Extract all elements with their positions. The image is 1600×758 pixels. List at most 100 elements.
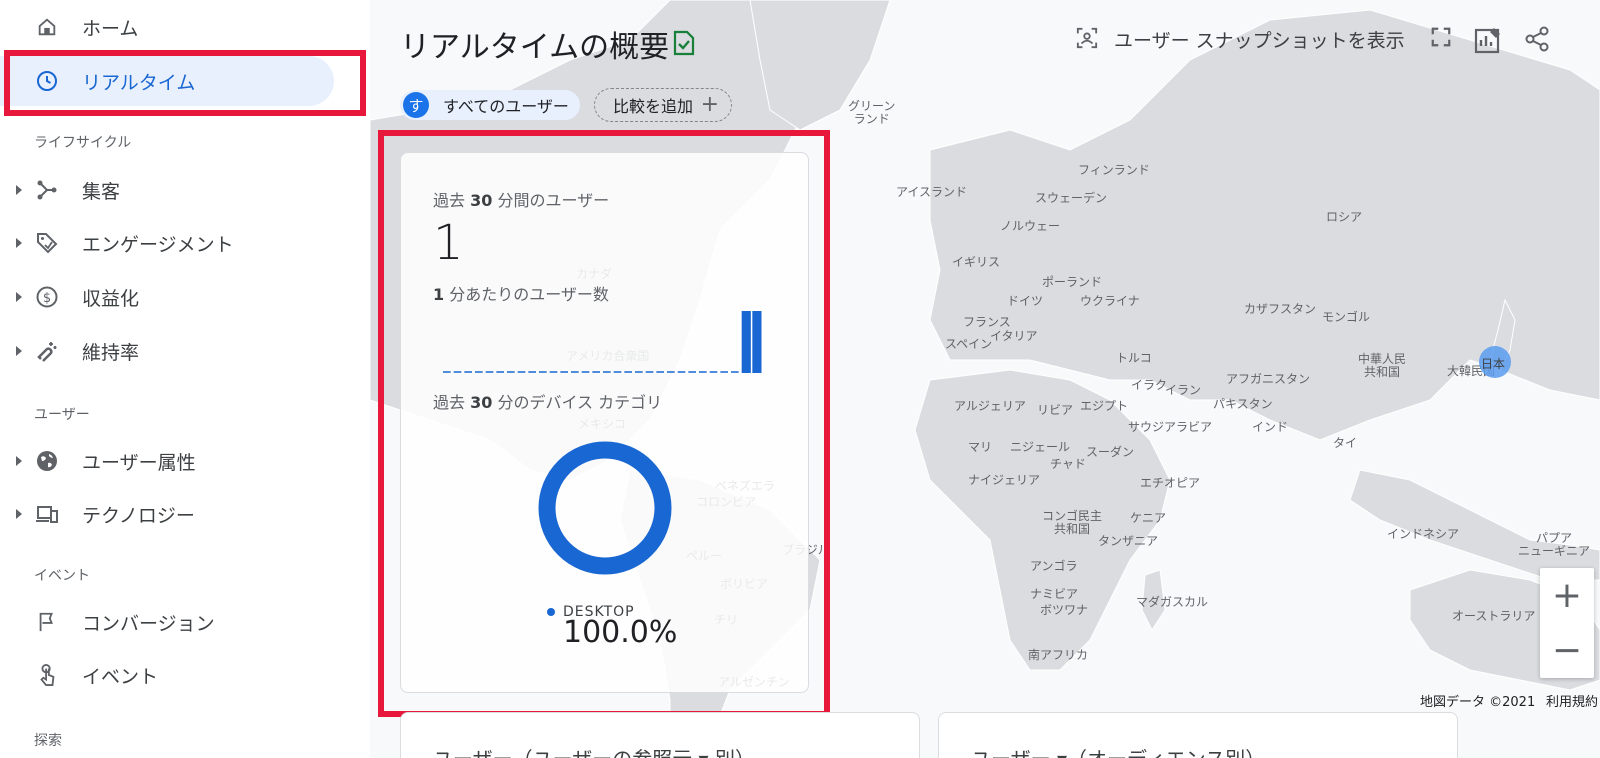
sidebar-item-demographics[interactable]: ユーザー属性 (0, 436, 334, 486)
all-users-chip[interactable]: す すべてのユーザー (400, 90, 580, 120)
map-country-label: アルジェリア (954, 399, 1026, 413)
sidebar-item-home[interactable]: ホーム (0, 2, 334, 52)
map-country-label: コンゴ民主 共和国 (1042, 509, 1103, 536)
dollar-icon: $ (34, 284, 60, 310)
map-country-label: グリーン ランド (848, 99, 896, 126)
user-snapshot-button[interactable]: ユーザー スナップショットを表示 (1076, 26, 1405, 53)
map-terms-link[interactable]: 利用規約 (1546, 691, 1598, 710)
heading-suffix: 分あたりのユーザー数 (449, 285, 609, 304)
active-user-count: 1 (433, 215, 464, 271)
map-country-label: アフガニスタン (1226, 372, 1311, 386)
heading-prefix: 過去 (433, 393, 466, 412)
heading-suffix: 分間のユーザー (497, 191, 610, 210)
sidebar-item-technology[interactable]: テクノロジー (0, 489, 334, 539)
card-title[interactable]: ユーザー ▾（オーディエンス別） (971, 743, 1265, 758)
map-country-label: マダガスカル (1136, 595, 1209, 609)
fullscreen-icon[interactable] (1430, 26, 1452, 48)
map-country-label: ナイジェリア (968, 473, 1041, 487)
sidebar-item-label: リアルタイム (82, 71, 196, 94)
map-country-label: チャド (1050, 457, 1086, 471)
expand-caret-icon[interactable] (16, 456, 22, 466)
map-country-label: アンゴラ (1030, 559, 1078, 573)
map-country-label: ノルウェー (1000, 219, 1061, 233)
users-per-minute-heading: 1 分あたりのユーザー数 (433, 281, 609, 305)
map-country-label: リビア (1037, 403, 1074, 417)
map-country-label: カザフスタン (1244, 302, 1317, 316)
sidebar-item-conversions[interactable]: コンバージョン (0, 597, 334, 647)
plus-icon: + (700, 92, 719, 117)
section-label-event: イベント (34, 568, 90, 584)
chart-bar[interactable] (741, 311, 751, 373)
heading-number: 1 (433, 285, 445, 304)
globe-icon (34, 448, 60, 474)
sidebar-item-label: ホーム (82, 17, 139, 40)
flag-icon (34, 609, 60, 635)
sidebar-item-retention[interactable]: 維持率 (0, 326, 334, 376)
page-title: リアルタイムの概要 (400, 30, 670, 65)
active-country-label: 日本 (1481, 357, 1506, 371)
map-country-label: インド (1252, 420, 1289, 434)
tag-icon (34, 230, 60, 256)
map-attribution: 地図データ ©2021 (1420, 695, 1536, 710)
zoom-in-button[interactable]: + (1540, 568, 1594, 623)
map-zoom-control: + − (1540, 568, 1594, 678)
map-country-label: タイ (1333, 436, 1358, 450)
map-country-label: イラク (1131, 378, 1168, 392)
realtime-summary-card: 過去 30 分間のユーザー 1 1 分あたりのユーザー数 過去 30 分のデバイ… (400, 152, 809, 693)
users-last-30-min-heading: 過去 30 分間のユーザー (433, 187, 609, 211)
map-country-label: ドイツ (1007, 294, 1044, 308)
users-by-audience-card: ユーザー ▾（オーディエンス別） (938, 712, 1458, 758)
map-country-label: ニジェール (1010, 440, 1071, 454)
map-country-label: ウクライナ (1080, 294, 1140, 308)
map-country-label: モンゴル (1322, 310, 1371, 324)
expand-caret-icon[interactable] (16, 346, 22, 356)
map-country-label: サウジアラビア (1128, 420, 1213, 434)
heading-suffix: 分のデバイス カテゴリ (497, 393, 663, 412)
map-country-label: ポーランド (1042, 275, 1103, 289)
all-users-label: すべてのユーザー (443, 97, 569, 116)
map-country-label: 南アフリカ (1028, 648, 1089, 662)
map-country-label: パキスタン (1213, 397, 1273, 411)
map-country-label: アイスランド (896, 185, 968, 199)
sidebar-item-acquisition[interactable]: 集客 (0, 165, 334, 215)
heading-number: 30 (470, 191, 493, 210)
donut-slice[interactable] (538, 441, 672, 575)
zoom-out-button[interactable]: − (1540, 623, 1594, 678)
snapshot-icon (1076, 27, 1098, 53)
map-country-label: エチオピア (1140, 476, 1201, 490)
map-country-label: フィンランド (1078, 163, 1150, 177)
sidebar-item-events[interactable]: イベント (0, 650, 334, 700)
sidebar-item-monetization[interactable]: $ 収益化 (0, 272, 334, 322)
verified-badge-icon[interactable] (672, 30, 696, 60)
map-country-label: オーストラリア (1452, 609, 1536, 623)
expand-caret-icon[interactable] (16, 509, 22, 519)
sidebar-item-engagement[interactable]: エンゲージメント (0, 218, 334, 268)
sidebar-item-label: 維持率 (82, 341, 140, 364)
add-comparison-button[interactable]: 比較を追加 + (594, 88, 732, 122)
expand-caret-icon[interactable] (16, 238, 22, 248)
map-country-label: フランス (963, 315, 1011, 329)
expand-caret-icon[interactable] (16, 292, 22, 302)
device-category-donut[interactable] (530, 433, 680, 583)
sidebar-item-realtime[interactable]: リアルタイム (0, 56, 334, 106)
card-title[interactable]: ユーザー（ユーザーの参照元 ▾ 別） (433, 743, 755, 758)
devices-icon (34, 501, 60, 527)
map-country-label: タンザニア (1098, 534, 1159, 548)
avatar: す (403, 92, 429, 118)
heading-prefix: 過去 (433, 191, 466, 210)
users-per-minute-chart[interactable] (433, 303, 773, 373)
expand-caret-icon[interactable] (16, 185, 22, 195)
svg-text:$: $ (43, 291, 51, 306)
legend-dot (547, 608, 555, 616)
map-country-label: パプア ニューギニア (1518, 531, 1591, 558)
device-percent: 100.0% (563, 615, 678, 650)
share-icon[interactable] (1524, 26, 1550, 52)
heading-number: 30 (470, 393, 493, 412)
chart-bar[interactable] (752, 311, 762, 373)
sidebar-item-label: エンゲージメント (82, 233, 234, 256)
users-by-source-card: ユーザー（ユーザーの参照元 ▾ 別） (400, 712, 920, 758)
sidebar-item-label: イベント (82, 665, 159, 688)
map-country-label: ロシア (1326, 210, 1363, 224)
customize-report-icon[interactable] (1474, 26, 1502, 54)
map-country-label: トルコ (1116, 351, 1152, 365)
